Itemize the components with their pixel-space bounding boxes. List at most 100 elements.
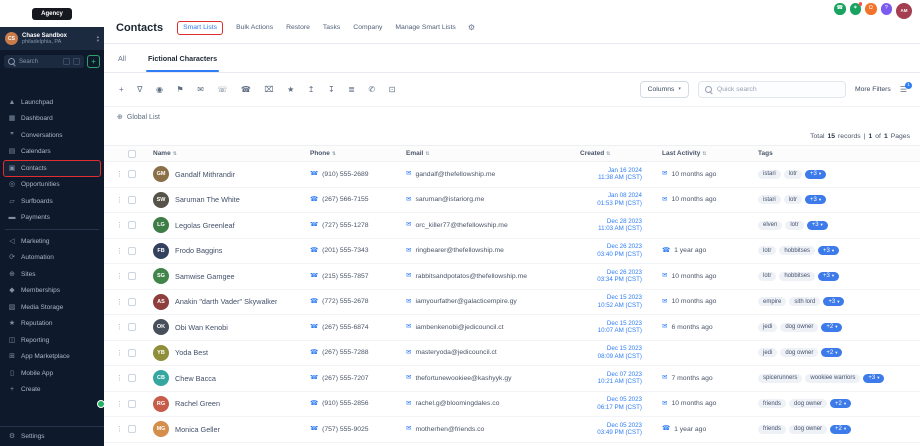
row-menu-icon[interactable]: ⋮	[114, 272, 128, 280]
row-checkbox[interactable]	[128, 349, 136, 357]
email-address[interactable]: ringbearer@thefellowship.me	[415, 247, 504, 254]
column-header-last-activity[interactable]: Last Activity⇅	[646, 150, 752, 157]
sidebar-item-mobile-app[interactable]: ▯Mobile App	[3, 365, 101, 382]
sidebar-item-contacts[interactable]: ▣Contacts	[3, 160, 101, 177]
contact-name-link[interactable]: Monica Geller	[175, 425, 220, 434]
tag-more-button[interactable]: +3 ▾	[805, 170, 826, 179]
global-list-label[interactable]: Global List	[127, 114, 160, 121]
email-address[interactable]: gandalf@thefellowship.me	[415, 171, 495, 178]
phone-number[interactable]: (267) 566-7155	[322, 196, 368, 203]
tag-more-button[interactable]: +3 ▾	[863, 374, 884, 383]
phone-number[interactable]: (772) 555-2678	[322, 298, 368, 305]
merge-icon[interactable]: ⊡	[389, 86, 396, 94]
sidebar-item-marketing[interactable]: ◁Marketing	[3, 233, 101, 250]
tag-more-button[interactable]: +3 ▾	[818, 272, 839, 281]
sidebar-item-conversations[interactable]: ❞Conversations	[3, 127, 101, 144]
email-address[interactable]: rabbitsandpotatos@thefellowship.me	[415, 273, 527, 280]
tab-bulk-actions[interactable]: Bulk Actions	[236, 24, 273, 31]
list-tab-all[interactable]: All	[116, 54, 128, 72]
sidebar-item-settings[interactable]: ⚙ Settings	[0, 426, 104, 446]
sidebar-item-payments[interactable]: ▬Payments	[3, 210, 101, 227]
select-all-checkbox[interactable]	[128, 150, 136, 158]
row-checkbox[interactable]	[128, 323, 136, 331]
contact-name-link[interactable]: Frodo Baggins	[175, 246, 222, 255]
email-address[interactable]: masteryoda@jedicouncil.ct	[415, 349, 496, 356]
filter-funnel-icon[interactable]: ∇	[137, 86, 142, 94]
contact-name-link[interactable]: Anakin "darth Vader" Skywalker	[175, 297, 277, 306]
row-checkbox[interactable]	[128, 170, 136, 178]
more-filters-button[interactable]: More Filters	[855, 86, 891, 93]
send-email-icon[interactable]: ✉	[197, 86, 204, 94]
tag-more-button[interactable]: +3 ▾	[818, 246, 839, 255]
contact-name-link[interactable]: Rachel Green	[175, 399, 220, 408]
tab-tasks[interactable]: Tasks	[323, 24, 340, 31]
quick-add-button[interactable]: +	[87, 55, 100, 68]
email-address[interactable]: motherhen@friends.co	[415, 426, 484, 433]
phone-number[interactable]: (201) 555-7343	[322, 247, 368, 254]
smart-lists-settings-icon[interactable]: ⚙	[468, 23, 475, 32]
automation-run-icon[interactable]: ◉	[156, 86, 163, 94]
contact-name-link[interactable]: Yoda Best	[175, 348, 208, 357]
sidebar-item-memberships[interactable]: ◆Memberships	[3, 283, 101, 300]
tab-manage-smart-lists[interactable]: Manage Smart Lists	[395, 24, 455, 31]
notifications-bell-icon-button[interactable]: Ω	[865, 3, 877, 15]
email-address[interactable]: thefortunewookiee@kashyyk.gy	[415, 375, 511, 382]
import-icon[interactable]: ↧	[328, 86, 335, 94]
account-switcher[interactable]: CS Chase Sandbox philadelphia, PA ▴▾	[0, 27, 104, 50]
tag-more-button[interactable]: +3 ▾	[823, 297, 844, 306]
list-tab-fictional-characters[interactable]: Fictional Characters	[146, 54, 219, 72]
row-checkbox[interactable]	[128, 247, 136, 255]
row-checkbox[interactable]	[128, 374, 136, 382]
phone-number[interactable]: (910) 555-2856	[322, 400, 368, 407]
sidebar-item-sites[interactable]: ⊕Sites	[3, 266, 101, 283]
sidebar-item-opportunities[interactable]: ◎Opportunities	[3, 177, 101, 194]
email-address[interactable]: saruman@istariorg.me	[415, 196, 484, 203]
quick-search-input[interactable]	[717, 86, 839, 93]
tag-more-button[interactable]: +2 ▾	[830, 399, 851, 408]
tag-more-button[interactable]: +3 ▾	[807, 221, 828, 230]
contact-name-link[interactable]: Gandalf Mithrandir	[175, 170, 235, 179]
tab-smart-lists[interactable]: Smart Lists	[177, 21, 223, 35]
contact-name-link[interactable]: Legolas Greenleaf	[175, 221, 235, 230]
phone-dialer-icon-button[interactable]: ☎	[834, 3, 846, 15]
sort-icon[interactable]: ⇅	[425, 151, 429, 157]
row-menu-icon[interactable]: ⋮	[114, 374, 128, 382]
contact-name-link[interactable]: Chew Bacca	[175, 374, 216, 383]
tab-restore[interactable]: Restore	[286, 24, 310, 31]
row-checkbox[interactable]	[128, 272, 136, 280]
sidebar-item-app-marketplace[interactable]: ⊞App Marketplace	[3, 349, 101, 366]
sidebar-item-media-storage[interactable]: ▨Media Storage	[3, 299, 101, 316]
row-checkbox[interactable]	[128, 400, 136, 408]
sidebar-item-dashboard[interactable]: ▦Dashboard	[3, 111, 101, 128]
tag-more-button[interactable]: +3 ▾	[805, 195, 826, 204]
column-header-email[interactable]: Email⇅	[406, 150, 580, 157]
sidebar-search-input[interactable]: Search	[4, 55, 84, 68]
email-address[interactable]: iamyourfather@galacticempire.gy	[415, 298, 516, 305]
phone-number[interactable]: (267) 555-7288	[322, 349, 368, 356]
columns-dropdown[interactable]: Columns ▾	[640, 81, 689, 98]
dnd-phone-icon[interactable]: ☏	[217, 86, 227, 94]
contact-name-link[interactable]: Samwise Gamgee	[175, 272, 235, 281]
quick-actions-icon-button[interactable]: ✶	[850, 3, 862, 15]
contact-name-link[interactable]: Obi Wan Kenobi	[175, 323, 228, 332]
sidebar-item-surfboards[interactable]: ▱Surfboards	[3, 193, 101, 210]
agency-logo[interactable]: Agency	[32, 8, 72, 20]
phone-number[interactable]: (910) 555-2689	[322, 171, 368, 178]
row-menu-icon[interactable]: ⋮	[114, 298, 128, 306]
row-checkbox[interactable]	[128, 298, 136, 306]
row-menu-icon[interactable]: ⋮	[114, 221, 128, 229]
phone-number[interactable]: (267) 555-6874	[322, 324, 368, 331]
sidebar-item-create[interactable]: +Create	[3, 382, 101, 399]
call-icon[interactable]: ☎	[241, 86, 251, 94]
sidebar-item-reporting[interactable]: ◫Reporting	[3, 332, 101, 349]
phone-number[interactable]: (727) 555-1278	[322, 222, 368, 229]
pipeline-change-icon[interactable]: ≣	[348, 86, 355, 94]
email-address[interactable]: iambenkenobi@jedicouncil.ct	[415, 324, 503, 331]
sidebar-item-reputation[interactable]: ★Reputation	[3, 316, 101, 333]
user-avatar-button[interactable]: AM	[896, 3, 912, 19]
sort-icon[interactable]: ⇅	[332, 151, 336, 157]
export-icon[interactable]: ↥	[308, 86, 315, 94]
tag-more-button[interactable]: +2 ▾	[821, 348, 842, 357]
tag-more-button[interactable]: +2 ▾	[821, 323, 842, 332]
add-tag-icon[interactable]: ⚑	[177, 86, 184, 94]
